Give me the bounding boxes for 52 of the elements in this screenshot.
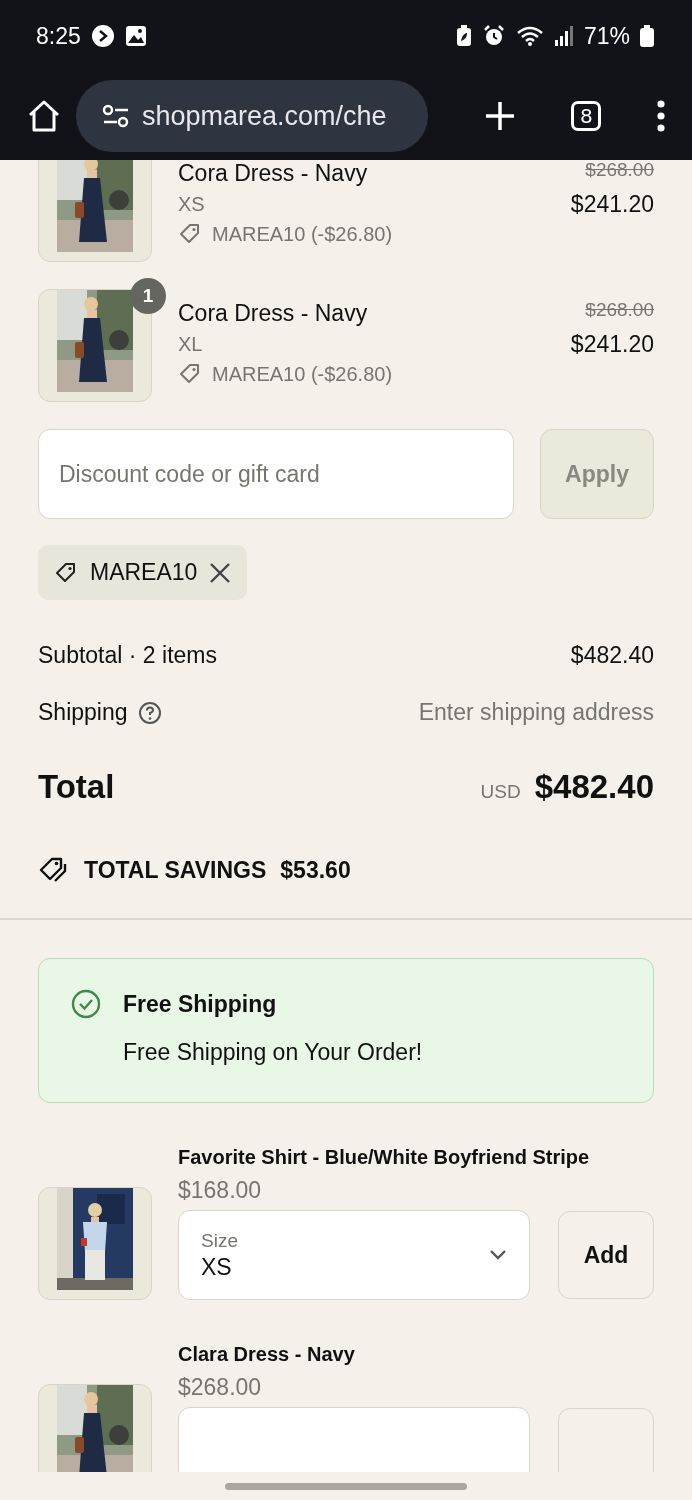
discount-code: MAREA10	[90, 559, 198, 586]
app-icon	[90, 24, 115, 48]
quantity-badge: 1	[130, 278, 166, 314]
add-button[interactable]: Add	[558, 1211, 654, 1299]
image-icon	[124, 25, 147, 47]
product-name: Cora Dress - Navy	[178, 160, 369, 187]
url-text: shopmarea.com/che	[142, 100, 387, 132]
savings-label: TOTAL SAVINGS	[84, 856, 267, 884]
product-variant: XL	[178, 333, 204, 356]
help-icon[interactable]	[137, 700, 162, 725]
menu-button[interactable]	[656, 100, 666, 132]
product-name: Cora Dress - Navy	[178, 299, 369, 327]
savings-amount: $53.60	[280, 856, 351, 884]
product-price: $268.00	[178, 1374, 263, 1401]
currency-code: USD	[480, 781, 521, 803]
total-amount: $482.40	[534, 768, 654, 806]
tag-icon	[54, 560, 78, 585]
chevron-down-icon	[489, 1249, 507, 1261]
original-price: $268.00	[585, 299, 654, 320]
remove-icon[interactable]	[209, 561, 232, 584]
battery-saver-icon	[455, 25, 472, 47]
size-select[interactable]: Size XS	[178, 1210, 530, 1300]
original-price: $268.00	[585, 160, 654, 180]
tag-icon	[178, 222, 202, 246]
check-circle-icon	[71, 989, 101, 1019]
address-bar[interactable]: shopmarea.com/che	[76, 80, 428, 152]
notice-title: Free Shipping	[123, 990, 278, 1018]
product-price: $168.00	[178, 1177, 263, 1204]
tag-icon	[178, 362, 202, 386]
battery-icon	[640, 25, 654, 47]
product-name: Favorite Shirt - Blue/White Boyfriend Stripe	[178, 1145, 591, 1170]
discount-text: MAREA10 (-$26.80)	[212, 222, 393, 246]
notice-message: Free Shipping on Your Order!	[123, 1039, 424, 1066]
shipping-label: Shipping	[38, 699, 128, 726]
subtotal-amount: $482.40	[570, 642, 654, 669]
product-name: Clara Dress - Navy	[178, 1342, 356, 1367]
discount-text: MAREA10 (-$26.80)	[212, 362, 393, 386]
signal-icon	[553, 26, 574, 46]
product-variant: XS	[178, 193, 206, 216]
clock-time: 8:25	[36, 22, 81, 50]
shipping-value: Enter shipping address	[418, 699, 654, 726]
site-settings-icon	[102, 104, 130, 128]
tab-count-button[interactable]: 8	[571, 101, 602, 131]
battery-percent: 71%	[583, 22, 630, 50]
gesture-handle[interactable]	[225, 1482, 467, 1490]
wifi-icon	[515, 25, 544, 47]
sale-price: $241.20	[570, 331, 654, 358]
discount-code-field[interactable]: Discount code or gift card	[38, 429, 514, 519]
total-label: Total	[38, 768, 115, 806]
subtotal-label: Subtotal · 2 items	[38, 642, 217, 669]
sale-price: $241.20	[570, 191, 654, 218]
home-button[interactable]	[26, 98, 62, 134]
